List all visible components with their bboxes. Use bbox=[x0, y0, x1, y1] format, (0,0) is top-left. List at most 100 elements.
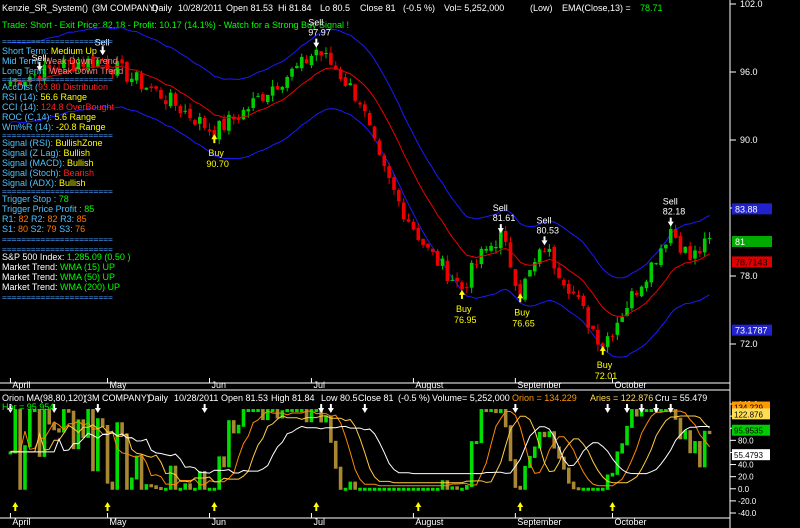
orion-bar bbox=[333, 440, 338, 469]
orion-bar bbox=[469, 441, 474, 488]
candle-body bbox=[474, 264, 479, 266]
orion-bar bbox=[435, 487, 440, 491]
orion-bar bbox=[188, 483, 192, 490]
orion-bar bbox=[411, 487, 416, 491]
orion-bar bbox=[338, 466, 343, 490]
candle-body bbox=[445, 260, 450, 282]
orion-bar bbox=[246, 409, 251, 413]
panel-row: AccDist (93.80 Distribution bbox=[2, 82, 108, 92]
candle-body bbox=[275, 85, 280, 90]
orion-bar bbox=[236, 424, 241, 434]
orion-bar bbox=[130, 477, 134, 490]
candle-body bbox=[610, 335, 615, 337]
panel-row: Signal (MACD): Bullish bbox=[2, 158, 94, 168]
orion-tick-label: 80.0 bbox=[738, 436, 754, 445]
month-label: August bbox=[415, 380, 444, 390]
trade-line: Trade: Short - Exit Price: 82.18 - Profi… bbox=[2, 20, 349, 30]
candle-body bbox=[392, 177, 396, 190]
orion-bar bbox=[57, 428, 61, 433]
candle-body bbox=[523, 278, 527, 300]
candle-body bbox=[557, 267, 561, 279]
orion-bar bbox=[159, 487, 163, 491]
candle-body bbox=[542, 251, 547, 253]
orion-bar bbox=[698, 441, 702, 468]
candle-body bbox=[401, 202, 406, 220]
panel-row: Mid Term: Weak Down Trend bbox=[2, 56, 118, 66]
lower-period: Daily bbox=[148, 393, 169, 403]
candle-body bbox=[668, 229, 673, 244]
candle-body bbox=[406, 219, 411, 222]
orion-bar bbox=[178, 487, 183, 491]
buy-signal-price: 76.95 bbox=[454, 315, 477, 325]
orion-bar bbox=[125, 433, 129, 490]
orion-bar bbox=[28, 409, 32, 448]
orion-bar bbox=[455, 486, 459, 490]
orion-bar bbox=[547, 431, 552, 438]
buy-signal-price: 76.65 bbox=[512, 318, 535, 328]
candle-body bbox=[634, 292, 639, 296]
orion-bar bbox=[13, 409, 18, 454]
lower-change: (-0.5 %) bbox=[398, 393, 430, 403]
orion-bar bbox=[256, 409, 260, 413]
sell-signal-price: 82.18 bbox=[663, 207, 686, 217]
month-label: May bbox=[110, 380, 128, 390]
orion-bar bbox=[566, 467, 571, 484]
orion-badge-label: 55.4793 bbox=[734, 451, 763, 460]
candle-body bbox=[353, 84, 357, 101]
candle-body bbox=[620, 317, 624, 322]
header-high: Hi 81.84 bbox=[278, 3, 312, 13]
stock-chart: Kenzie_SR_System() (3M COMPANY) Daily 10… bbox=[0, 0, 800, 528]
candle-body bbox=[537, 249, 542, 264]
candle-body bbox=[591, 325, 595, 329]
orion-bar bbox=[382, 487, 387, 491]
candle-body bbox=[649, 262, 654, 283]
candle-body bbox=[576, 294, 581, 298]
candle-body bbox=[207, 129, 212, 132]
orion-bar bbox=[212, 487, 217, 491]
candle-body bbox=[139, 73, 144, 89]
orion-bar bbox=[193, 487, 197, 491]
orion-bar bbox=[630, 409, 634, 428]
orion-bar bbox=[591, 487, 595, 491]
candle-body bbox=[683, 246, 688, 253]
orion-tick-label: -40.0 bbox=[738, 509, 757, 518]
candle-body bbox=[217, 120, 221, 140]
orion-bar bbox=[596, 487, 600, 491]
candle-body bbox=[397, 190, 401, 202]
header-ema-value: 78.71 bbox=[640, 3, 663, 13]
price-badge-label: 78.7143 bbox=[735, 257, 768, 267]
panel-separator: ======================= bbox=[2, 235, 113, 244]
candle-body bbox=[678, 235, 683, 253]
orion-bar bbox=[367, 487, 372, 491]
candle-body bbox=[513, 269, 518, 286]
candle-body bbox=[654, 263, 658, 265]
market-row: S&P 500 Index: 1,285.09 (0.50 ) bbox=[2, 252, 130, 262]
buy-signal-label: Buy bbox=[208, 148, 224, 158]
buy-signal-price: 90.70 bbox=[206, 159, 229, 169]
orion-bar bbox=[401, 487, 406, 491]
orion-bar bbox=[329, 415, 333, 443]
candle-body bbox=[154, 86, 158, 89]
candle-body bbox=[552, 246, 557, 269]
orion-bar bbox=[600, 487, 605, 491]
candle-body bbox=[465, 287, 469, 289]
market-row: Market Trend: WMA (200) UP bbox=[2, 282, 120, 292]
orion-bar bbox=[91, 409, 95, 472]
candle-body bbox=[615, 322, 620, 335]
price-badge-label: 83.88 bbox=[735, 204, 758, 214]
candle-body bbox=[197, 116, 202, 124]
candle-body bbox=[431, 248, 435, 253]
candle-body bbox=[290, 68, 294, 77]
buy-signal-label: Buy bbox=[597, 360, 613, 370]
price-tick-label: 72.0 bbox=[740, 339, 758, 349]
candle-body bbox=[125, 61, 129, 82]
lower-high: High 81.84 bbox=[271, 393, 315, 403]
orion-bar bbox=[450, 486, 455, 490]
candle-body bbox=[571, 291, 576, 294]
orion-bar bbox=[610, 472, 615, 477]
candle-body bbox=[508, 242, 513, 268]
orion-bar bbox=[518, 485, 523, 490]
candle-body bbox=[329, 52, 333, 65]
orion-bar bbox=[465, 485, 469, 490]
lower-hor: Hor = 95.954 bbox=[2, 402, 54, 412]
